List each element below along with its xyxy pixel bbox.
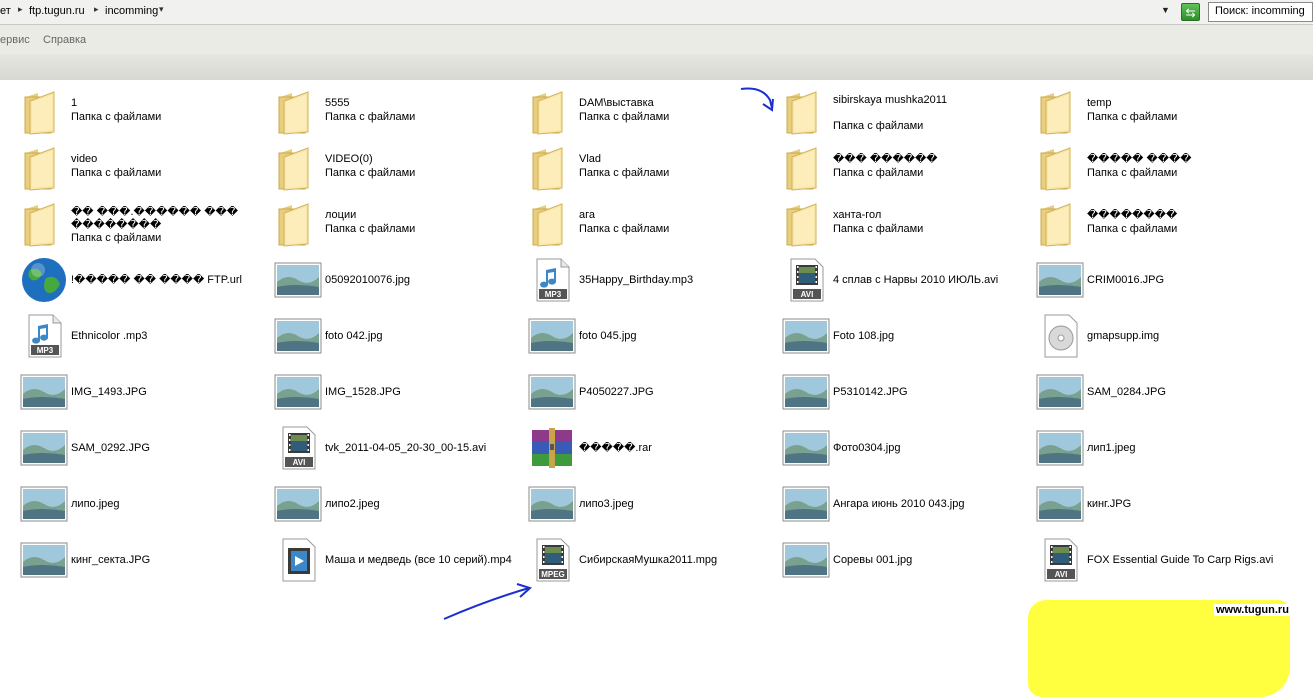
annotation-arrow (740, 87, 773, 109)
annotation-arrowhead (762, 98, 774, 112)
annotation-layer (443, 87, 774, 620)
annotation-arrow (443, 587, 530, 620)
watermark: www.tugun.ru (1214, 604, 1291, 616)
